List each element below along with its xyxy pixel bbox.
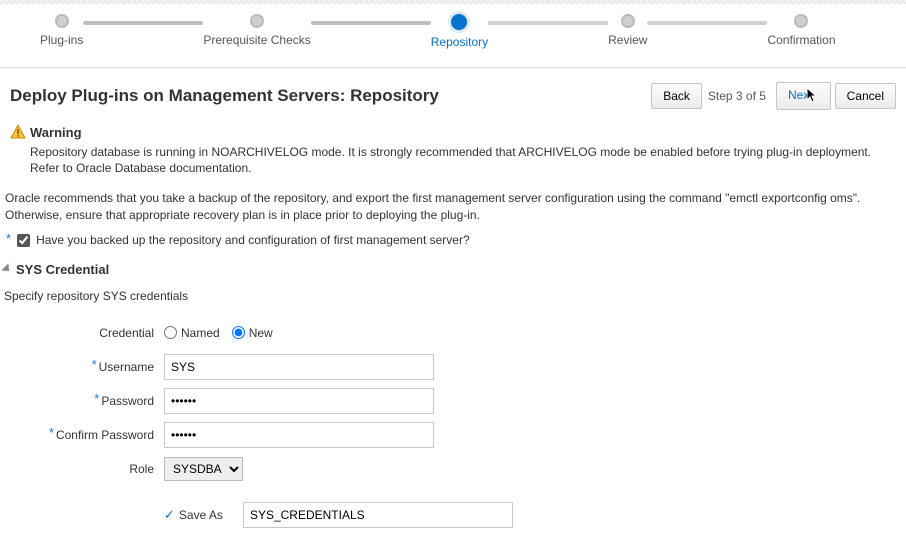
confirm-password-input[interactable] xyxy=(164,422,434,448)
train-connector xyxy=(647,21,767,25)
step-label: Prerequisite Checks xyxy=(203,33,310,47)
credential-label: Credential xyxy=(4,326,164,340)
wizard-train: Plug-ins Prerequisite Checks Repository … xyxy=(0,4,906,68)
step-label: Review xyxy=(608,33,647,47)
train-step-review[interactable]: Review xyxy=(608,14,647,47)
train-connector xyxy=(488,21,608,25)
credential-named-label: Named xyxy=(181,326,220,340)
back-button[interactable]: Back xyxy=(651,83,702,109)
confirm-password-label: Confirm Password xyxy=(56,428,154,442)
credential-form: Credential Named New *Username *Password… xyxy=(0,319,906,529)
train-step-repository[interactable]: Repository xyxy=(431,14,488,49)
save-as-input[interactable] xyxy=(243,502,513,528)
cursor-icon xyxy=(807,88,819,104)
backup-confirm-row: * Have you backed up the repository and … xyxy=(0,229,906,258)
credential-new-radio[interactable] xyxy=(232,326,245,339)
train-step-plugins[interactable]: Plug-ins xyxy=(40,14,83,47)
role-label: Role xyxy=(129,462,154,476)
username-label: Username xyxy=(99,360,154,374)
sys-credential-subtext: Specify repository SYS credentials xyxy=(0,281,906,313)
password-label: Password xyxy=(101,394,154,408)
train-connector xyxy=(311,21,431,25)
sys-credential-section-header[interactable]: SYS Credential xyxy=(0,258,906,281)
step-dot-icon xyxy=(621,14,635,28)
step-label: Repository xyxy=(431,35,488,49)
warning-text: Repository database is running in NOARCH… xyxy=(30,144,896,176)
password-input[interactable] xyxy=(164,388,434,414)
backup-checkbox-label: Have you backed up the repository and co… xyxy=(36,233,470,247)
username-input[interactable] xyxy=(164,354,434,380)
credential-new-option[interactable]: New xyxy=(232,326,273,340)
step-dot-icon xyxy=(794,14,808,28)
step-label: Confirmation xyxy=(767,33,835,47)
recommendation-text: Oracle recommends that you take a backup… xyxy=(0,180,906,228)
step-dot-icon xyxy=(55,14,69,28)
disclosure-triangle-icon xyxy=(1,264,12,275)
warning-heading: Warning xyxy=(30,125,82,140)
required-marker: * xyxy=(92,357,97,372)
train-connector xyxy=(83,21,203,25)
save-as-label[interactable]: Save As xyxy=(179,508,223,522)
password-row: *Password xyxy=(4,387,906,415)
credential-new-label: New xyxy=(249,326,273,340)
role-row: Role SYSDBA xyxy=(4,455,906,483)
credential-named-option[interactable]: Named xyxy=(164,326,220,340)
sys-credential-heading: SYS Credential xyxy=(16,262,109,277)
credential-named-radio[interactable] xyxy=(164,326,177,339)
warning-icon xyxy=(10,124,26,140)
page-header: Deploy Plug-ins on Management Servers: R… xyxy=(0,68,906,120)
save-as-row: ✓ Save As xyxy=(4,501,906,529)
step-label: Plug-ins xyxy=(40,33,83,47)
step-indicator: Step 3 of 5 xyxy=(708,89,766,103)
step-dot-icon xyxy=(451,14,467,30)
backup-checkbox[interactable] xyxy=(17,234,30,247)
confirm-password-row: *Confirm Password xyxy=(4,421,906,449)
train-step-prereq[interactable]: Prerequisite Checks xyxy=(203,14,310,47)
required-marker: * xyxy=(94,391,99,406)
cancel-button[interactable]: Cancel xyxy=(835,83,896,109)
role-select[interactable]: SYSDBA xyxy=(164,457,243,481)
username-row: *Username xyxy=(4,353,906,381)
credential-type-row: Credential Named New xyxy=(4,319,906,347)
step-dot-icon xyxy=(250,14,264,28)
required-marker: * xyxy=(49,425,54,440)
next-button[interactable]: Next xyxy=(776,82,831,110)
warning-block: Warning Repository database is running i… xyxy=(0,120,906,180)
train-step-confirmation[interactable]: Confirmation xyxy=(767,14,835,47)
check-icon: ✓ xyxy=(164,507,175,523)
page-title: Deploy Plug-ins on Management Servers: R… xyxy=(10,86,647,106)
required-marker: * xyxy=(6,231,11,246)
